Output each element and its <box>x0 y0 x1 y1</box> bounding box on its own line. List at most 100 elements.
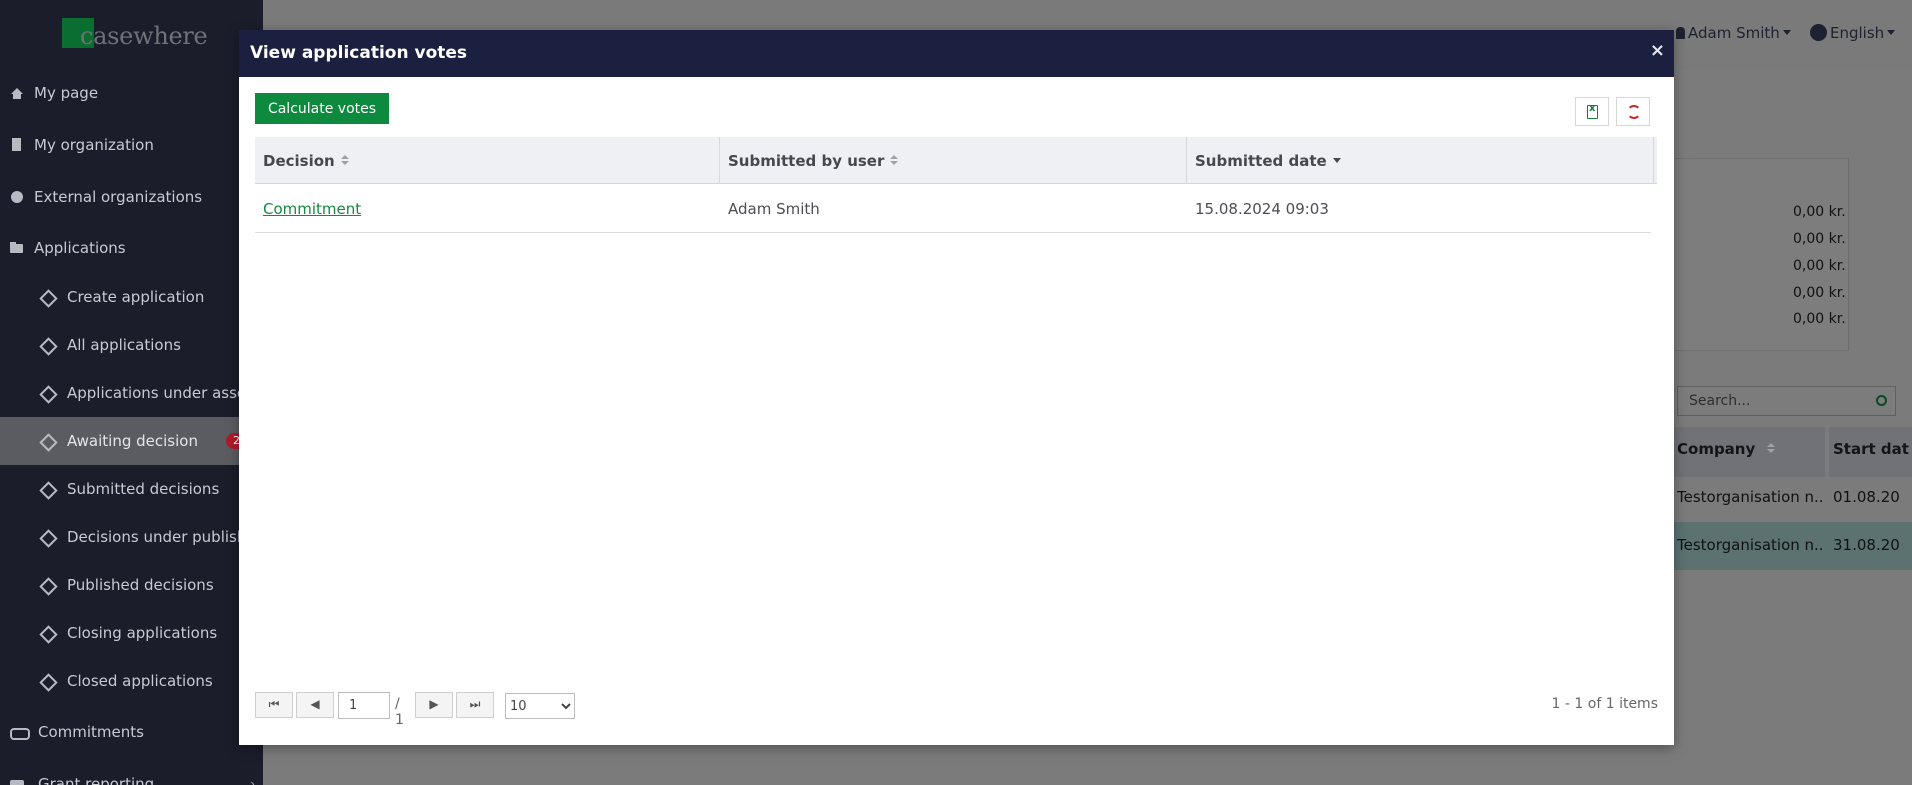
amount-value: 0,00 kr. <box>1793 311 1846 327</box>
dialog-header: View application votes × <box>239 30 1674 77</box>
cube-icon <box>40 578 54 592</box>
sidebar-item-published-decisions[interactable]: Published decisions <box>0 561 263 609</box>
sort-icon <box>890 155 899 167</box>
sidebar-item-decisions-under-publishing[interactable]: Decisions under publish... <box>0 513 263 561</box>
first-page-icon: ⏮ <box>268 697 280 711</box>
table-row[interactable]: Commitment Adam Smith 15.08.2024 09:03 <box>255 185 1651 233</box>
folder-icon <box>10 241 24 255</box>
sidebar-item-label: Awaiting decision <box>67 432 198 450</box>
sidebar-item-label: Grant reporting <box>38 775 155 785</box>
sort-desc-icon <box>1332 158 1341 163</box>
sidebar-item-all-applications[interactable]: All applications <box>0 321 263 369</box>
previous-page-icon: ◀ <box>310 697 320 711</box>
sidebar-item-my-page[interactable]: My page <box>0 69 263 117</box>
calculate-votes-button[interactable]: Calculate votes <box>255 93 389 124</box>
first-page-button[interactable]: ⏮ <box>255 692 293 718</box>
decision-cell: Commitment <box>255 185 720 233</box>
next-page-icon: ▶ <box>429 697 439 711</box>
user-name: Adam Smith <box>1688 24 1780 42</box>
column-header-submitted-date[interactable]: Submitted date <box>1187 137 1654 184</box>
last-page-button[interactable]: ⏭ <box>456 692 494 718</box>
submitted-date-cell: 15.08.2024 09:03 <box>1195 200 1329 218</box>
next-page-button[interactable]: ▶ <box>415 692 453 718</box>
cube-icon <box>40 290 54 304</box>
column-header-start-date[interactable]: Start dat <box>1829 427 1912 477</box>
sidebar-item-commitments[interactable]: Commitments <box>0 708 263 756</box>
last-page-icon: ⏭ <box>469 697 481 711</box>
building-icon <box>10 138 24 152</box>
sidebar-item-label: Submitted decisions <box>67 480 220 498</box>
language-selector[interactable]: English <box>1810 24 1896 42</box>
sidebar-item-submitted-decisions[interactable]: Submitted decisions <box>0 465 263 513</box>
sidebar-item-label: External organizations <box>34 188 203 206</box>
sidebar-item-awaiting-decision[interactable]: Awaiting decision 2 <box>0 417 263 465</box>
sidebar-item-label: Create application <box>67 288 205 306</box>
search-input[interactable]: Search... <box>1677 386 1896 416</box>
cube-icon <box>40 674 54 688</box>
sidebar-item-label: Decisions under publish... <box>67 528 261 546</box>
cube-icon <box>40 386 54 400</box>
briefcase-icon <box>10 777 24 785</box>
cube-icon <box>40 482 54 496</box>
caret-down-icon <box>1887 30 1896 35</box>
view-application-votes-dialog: View application votes × Calculate votes… <box>239 30 1674 745</box>
sidebar-item-closed-applications[interactable]: Closed applications <box>0 657 263 705</box>
cube-icon <box>40 338 54 352</box>
sidebar-item-external-organizations[interactable]: External organizations <box>0 173 263 221</box>
search-icon[interactable] <box>1876 395 1887 406</box>
globe-icon <box>10 190 24 204</box>
sidebar-item-label: Closed applications <box>67 672 213 690</box>
sidebar-item-label: My page <box>34 84 99 102</box>
table-cell: Testorganisation n... <box>1677 488 1823 506</box>
amount-value: 0,00 kr. <box>1793 285 1846 301</box>
globe-icon <box>1810 24 1827 41</box>
cube-icon <box>40 530 54 544</box>
refresh-icon <box>1627 105 1641 119</box>
sidebar-item-my-organization[interactable]: My organization <box>0 121 263 169</box>
home-icon <box>10 86 24 100</box>
items-info: 1 - 1 of 1 items <box>1551 696 1658 712</box>
excel-icon <box>1587 103 1598 119</box>
user-menu[interactable]: Adam Smith <box>1676 24 1791 42</box>
submitted-by-cell: Adam Smith <box>728 200 820 218</box>
sidebar-item-applications[interactable]: Applications <box>0 224 263 272</box>
grid-header: Decision Submitted by user Submitted dat… <box>255 137 1657 184</box>
cube-icon <box>40 434 54 448</box>
column-header-decision[interactable]: Decision <box>255 137 720 184</box>
table-cell: 31.08.20 <box>1833 536 1900 554</box>
column-header-company[interactable]: Company <box>1673 427 1825 477</box>
sidebar-item-applications-under-assessment[interactable]: Applications under asse... <box>0 369 263 417</box>
user-icon <box>1676 27 1685 39</box>
sort-icon <box>340 155 349 167</box>
table-cell: Testorganisation n... <box>1677 536 1823 554</box>
close-icon[interactable]: × <box>1650 40 1665 61</box>
cube-icon <box>40 626 54 640</box>
sidebar-item-closing-applications[interactable]: Closing applications <box>0 609 263 657</box>
export-excel-button[interactable] <box>1575 97 1609 126</box>
casewhere-logo[interactable]: casewhere <box>62 18 208 52</box>
previous-page-button[interactable]: ◀ <box>296 692 334 718</box>
sidebar-item-grant-reporting[interactable]: Grant reporting › <box>0 760 263 785</box>
decision-link[interactable]: Commitment <box>263 200 361 218</box>
sidebar-item-label: My organization <box>34 136 154 154</box>
chevron-right-icon: › <box>250 777 255 785</box>
sidebar-item-label: All applications <box>67 336 181 354</box>
page-size-select[interactable]: 10 <box>505 693 575 719</box>
logo-text: casewhere <box>80 22 208 50</box>
amount-value: 0,00 kr. <box>1793 204 1846 220</box>
page-number-input[interactable] <box>338 692 390 719</box>
handshake-icon <box>10 725 30 740</box>
caret-down-icon <box>1782 30 1791 35</box>
sort-icon <box>1766 443 1775 455</box>
refresh-button[interactable] <box>1616 97 1650 126</box>
amount-value: 0,00 kr. <box>1793 231 1846 247</box>
sidebar-item-label: Applications <box>34 239 126 257</box>
amount-value: 0,00 kr. <box>1793 258 1846 274</box>
sidebar-item-label: Commitments <box>38 723 144 741</box>
table-cell: 01.08.20 <box>1833 488 1900 506</box>
page-total: / 1 <box>395 696 404 728</box>
column-header-submitted-by-user[interactable]: Submitted by user <box>720 137 1187 184</box>
search-placeholder: Search... <box>1689 393 1751 409</box>
sidebar-item-create-application[interactable]: Create application <box>0 273 263 321</box>
dialog-title: View application votes <box>250 43 468 63</box>
